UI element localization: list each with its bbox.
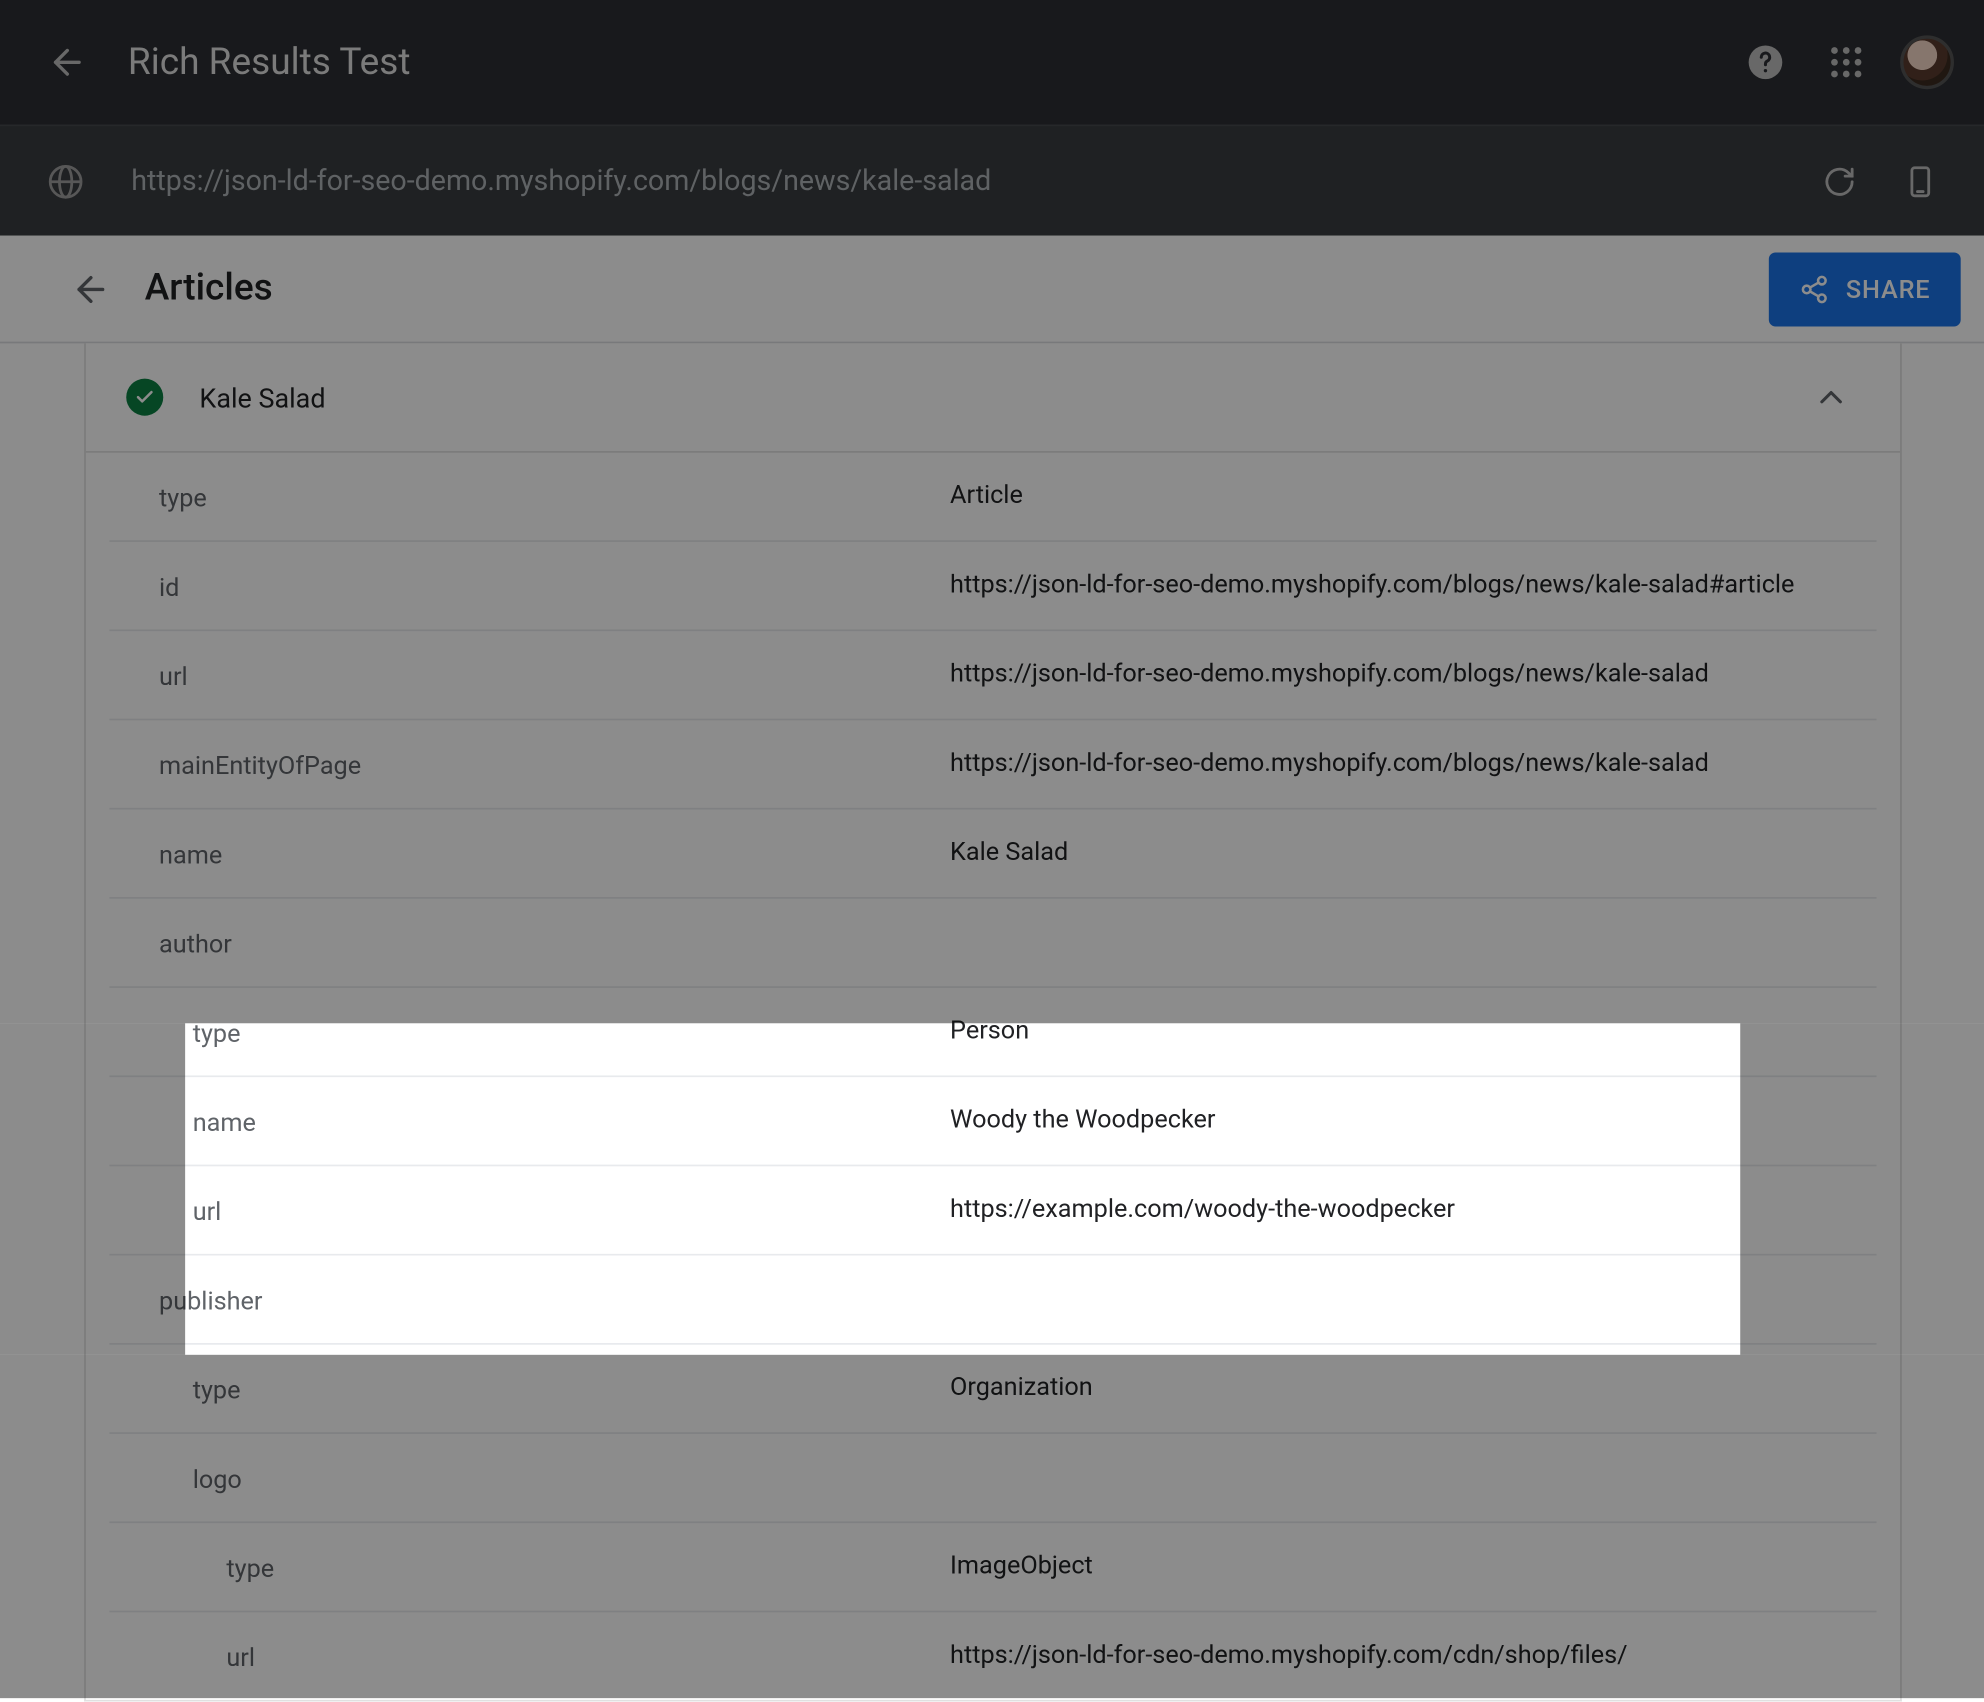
property-row: author: [109, 899, 1876, 988]
property-value: Kale Salad: [950, 833, 1876, 872]
property-key: logo: [109, 1457, 951, 1497]
property-key: publisher: [109, 1279, 951, 1319]
property-row: logo: [109, 1434, 1876, 1523]
property-value: Article: [950, 476, 1876, 515]
app-title: Rich Results Test: [128, 41, 411, 83]
apps-grid-icon: [1829, 45, 1863, 79]
property-row: mainEntityOfPagehttps://json-ld-for-seo-…: [109, 720, 1876, 809]
property-key: mainEntityOfPage: [109, 744, 951, 784]
arrow-left-icon: [71, 268, 111, 308]
help-icon: [1745, 42, 1785, 82]
help-button[interactable]: [1732, 29, 1799, 96]
property-key: type: [109, 1368, 951, 1408]
url-bar: https://json-ld-for-seo-demo.myshopify.c…: [0, 125, 1984, 236]
share-button-label: SHARE: [1846, 273, 1931, 303]
property-key: name: [109, 833, 951, 873]
smartphone-icon: [1903, 164, 1937, 198]
back-button[interactable]: [37, 32, 98, 93]
property-value: Woody the Woodpecker: [950, 1101, 1876, 1140]
property-row: nameKale Salad: [109, 810, 1876, 899]
property-value: Person: [950, 1011, 1876, 1050]
properties-table: typeArticleidhttps://json-ld-for-seo-dem…: [85, 453, 1899, 1700]
property-row: idhttps://json-ld-for-seo-demo.myshopify…: [109, 542, 1876, 631]
section-back-button[interactable]: [61, 258, 122, 319]
property-key: type: [109, 1011, 951, 1051]
property-key: name: [109, 1101, 951, 1141]
content-area: Kale Salad typeArticleidhttps://json-ld-…: [0, 343, 1984, 1701]
refresh-button[interactable]: [1806, 147, 1873, 214]
globe-icon-wrap: [37, 152, 94, 209]
property-key: url: [109, 1636, 951, 1676]
globe-icon: [47, 162, 84, 199]
item-name: Kale Salad: [199, 381, 325, 413]
property-row: typePerson: [109, 988, 1876, 1077]
property-value: https://json-ld-for-seo-demo.myshopify.c…: [950, 1636, 1876, 1675]
check-icon: [134, 387, 154, 407]
property-value: https://json-ld-for-seo-demo.myshopify.c…: [950, 744, 1876, 783]
apps-button[interactable]: [1813, 29, 1880, 96]
collapse-toggle[interactable]: [1812, 379, 1849, 416]
property-value: https://json-ld-for-seo-demo.myshopify.c…: [950, 655, 1876, 694]
property-key: id: [109, 565, 951, 605]
status-badge: [125, 379, 162, 416]
property-key: author: [109, 922, 951, 962]
chevron-up-icon: [1812, 379, 1849, 416]
property-row: typeOrganization: [109, 1345, 1876, 1434]
arrow-left-icon: [47, 42, 87, 82]
property-row: publisher: [109, 1256, 1876, 1345]
property-key: url: [109, 655, 951, 695]
property-value: https://json-ld-for-seo-demo.myshopify.c…: [950, 565, 1876, 604]
property-row: urlhttps://json-ld-for-seo-demo.myshopif…: [109, 1612, 1876, 1700]
share-button[interactable]: SHARE: [1768, 252, 1960, 326]
tested-url[interactable]: https://json-ld-for-seo-demo.myshopify.c…: [131, 164, 1792, 198]
property-key: type: [109, 476, 951, 516]
property-row: urlhttps://json-ld-for-seo-demo.myshopif…: [109, 631, 1876, 720]
section-bar: Articles SHARE: [0, 236, 1984, 344]
section-title: Articles: [145, 268, 273, 310]
item-card: Kale Salad typeArticleidhttps://json-ld-…: [83, 343, 1901, 1701]
property-key: type: [109, 1547, 951, 1587]
top-header: Rich Results Test: [0, 0, 1984, 125]
refresh-icon: [1823, 164, 1857, 198]
avatar[interactable]: [1900, 35, 1954, 89]
property-row: nameWoody the Woodpecker: [109, 1077, 1876, 1166]
property-row: typeImageObject: [109, 1523, 1876, 1612]
item-header[interactable]: Kale Salad: [85, 343, 1899, 452]
property-value: https://example.com/woody-the-woodpecker: [950, 1190, 1876, 1229]
property-key: url: [109, 1190, 951, 1230]
property-row: typeArticle: [109, 453, 1876, 542]
share-icon: [1799, 273, 1829, 303]
property-row: urlhttps://example.com/woody-the-woodpec…: [109, 1166, 1876, 1255]
device-button[interactable]: [1887, 147, 1954, 214]
property-value: ImageObject: [950, 1547, 1876, 1586]
property-value: Organization: [950, 1368, 1876, 1407]
